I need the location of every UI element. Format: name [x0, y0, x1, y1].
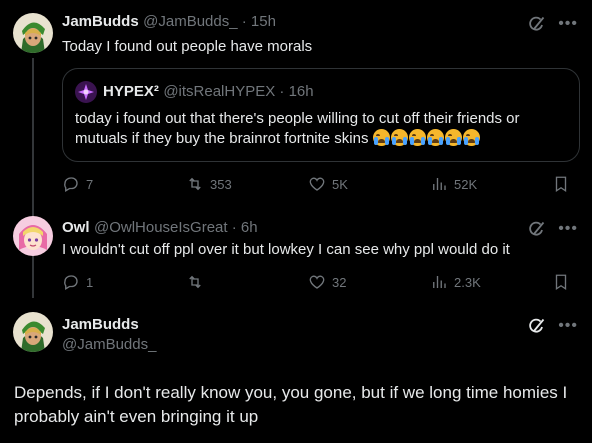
tweet-jambudds-focused[interactable]: JamBudds @JamBudds_ ••• Depends, if I do… [0, 300, 592, 443]
grok-icon[interactable] [528, 220, 546, 238]
author-handle[interactable]: @JamBudds_ [62, 336, 156, 353]
quote-author-name[interactable]: HYPEX² [103, 83, 159, 100]
reply-count: 1 [86, 274, 94, 290]
quote-header: HYPEX² @itsRealHYPEX · 16h [103, 83, 314, 101]
loudly-crying-face-icon [390, 129, 408, 146]
bookmark-icon [555, 274, 567, 291]
header-icons: ••• [528, 220, 578, 238]
loudly-crying-face-icon [444, 129, 462, 146]
quoted-tweet[interactable]: HYPEX² @itsRealHYPEX · 16h today i found… [62, 68, 580, 162]
like-icon [309, 177, 325, 191]
quote-text: today i found out that there's people wi… [75, 109, 565, 149]
retweet-button[interactable] [186, 273, 204, 291]
header-icons: ••• [528, 317, 578, 335]
tweet-jambudds-1[interactable]: JamBudds @JamBudds_ · 15h ••• Today I fo… [0, 0, 592, 200]
retweet-button[interactable]: 353 [186, 175, 232, 193]
like-button[interactable]: 5K [308, 175, 348, 193]
like-count: 5K [332, 176, 348, 192]
tweet-text: Depends, if I don't really know you, you… [14, 383, 568, 426]
like-button[interactable]: 32 [308, 273, 346, 291]
reply-icon [64, 275, 78, 290]
grok-icon[interactable] [528, 317, 546, 335]
reply-button[interactable]: 7 [62, 175, 93, 193]
quote-time: · 16h [275, 83, 314, 100]
avatar-hypex[interactable] [75, 81, 97, 103]
reply-count: 7 [86, 176, 94, 192]
reply-button[interactable]: 1 [62, 273, 93, 291]
tweet-actions: 7 353 5K 52K [62, 175, 574, 195]
views-button[interactable]: 2.3K [430, 273, 481, 291]
tweet-actions: 1 32 2.3K [62, 273, 574, 293]
author-name[interactable]: Owl [62, 219, 90, 236]
tweet-text: I wouldn't cut off ppl over it but lowke… [62, 241, 510, 258]
views-icon [433, 276, 446, 288]
more-icon[interactable]: ••• [558, 318, 578, 334]
author-name[interactable]: JamBudds [62, 13, 139, 30]
author-name[interactable]: JamBudds [62, 316, 139, 333]
more-icon[interactable]: ••• [558, 16, 578, 32]
views-count: 2.3K [454, 274, 481, 290]
bookmark-button[interactable] [552, 273, 570, 291]
tweet-header: Owl @OwlHouseIsGreat · 6h [62, 219, 258, 237]
header-icons: ••• [528, 15, 578, 33]
loudly-crying-face-icon [408, 129, 426, 146]
crying-emoji-row [372, 129, 481, 147]
loudly-crying-face-icon [426, 129, 444, 146]
loudly-crying-face-icon [372, 129, 390, 146]
retweet-count: 353 [210, 176, 232, 192]
views-count: 52K [454, 176, 478, 192]
loudly-crying-face-icon [462, 129, 480, 146]
bookmark-button[interactable] [552, 175, 570, 193]
grok-icon[interactable] [528, 15, 546, 33]
tweet-header: JamBudds @JamBudds_ · 15h [62, 13, 276, 31]
avatar-jambudds[interactable] [13, 13, 53, 53]
like-count: 32 [332, 274, 347, 290]
tweet-text: Today I found out people have morals [62, 38, 313, 55]
avatar-jambudds[interactable] [13, 312, 53, 352]
retweet-icon [189, 177, 201, 191]
tweet-owl[interactable]: Owl @OwlHouseIsGreat · 6h ••• I wouldn't… [0, 200, 592, 300]
reply-icon [64, 177, 78, 192]
avatar-owl[interactable] [13, 216, 53, 256]
like-icon [309, 275, 325, 289]
views-button[interactable]: 52K [430, 175, 477, 193]
author-handle[interactable]: @JamBudds_ [143, 13, 237, 30]
more-icon[interactable]: ••• [558, 221, 578, 237]
tweet-time[interactable]: · 15h [238, 13, 276, 30]
views-icon [433, 178, 446, 190]
quote-author-handle[interactable]: @itsRealHYPEX [163, 83, 275, 100]
tweet-time[interactable]: · 6h [228, 219, 258, 236]
author-handle[interactable]: @OwlHouseIsGreat [94, 219, 228, 236]
retweet-icon [189, 275, 201, 289]
bookmark-icon [555, 176, 567, 193]
